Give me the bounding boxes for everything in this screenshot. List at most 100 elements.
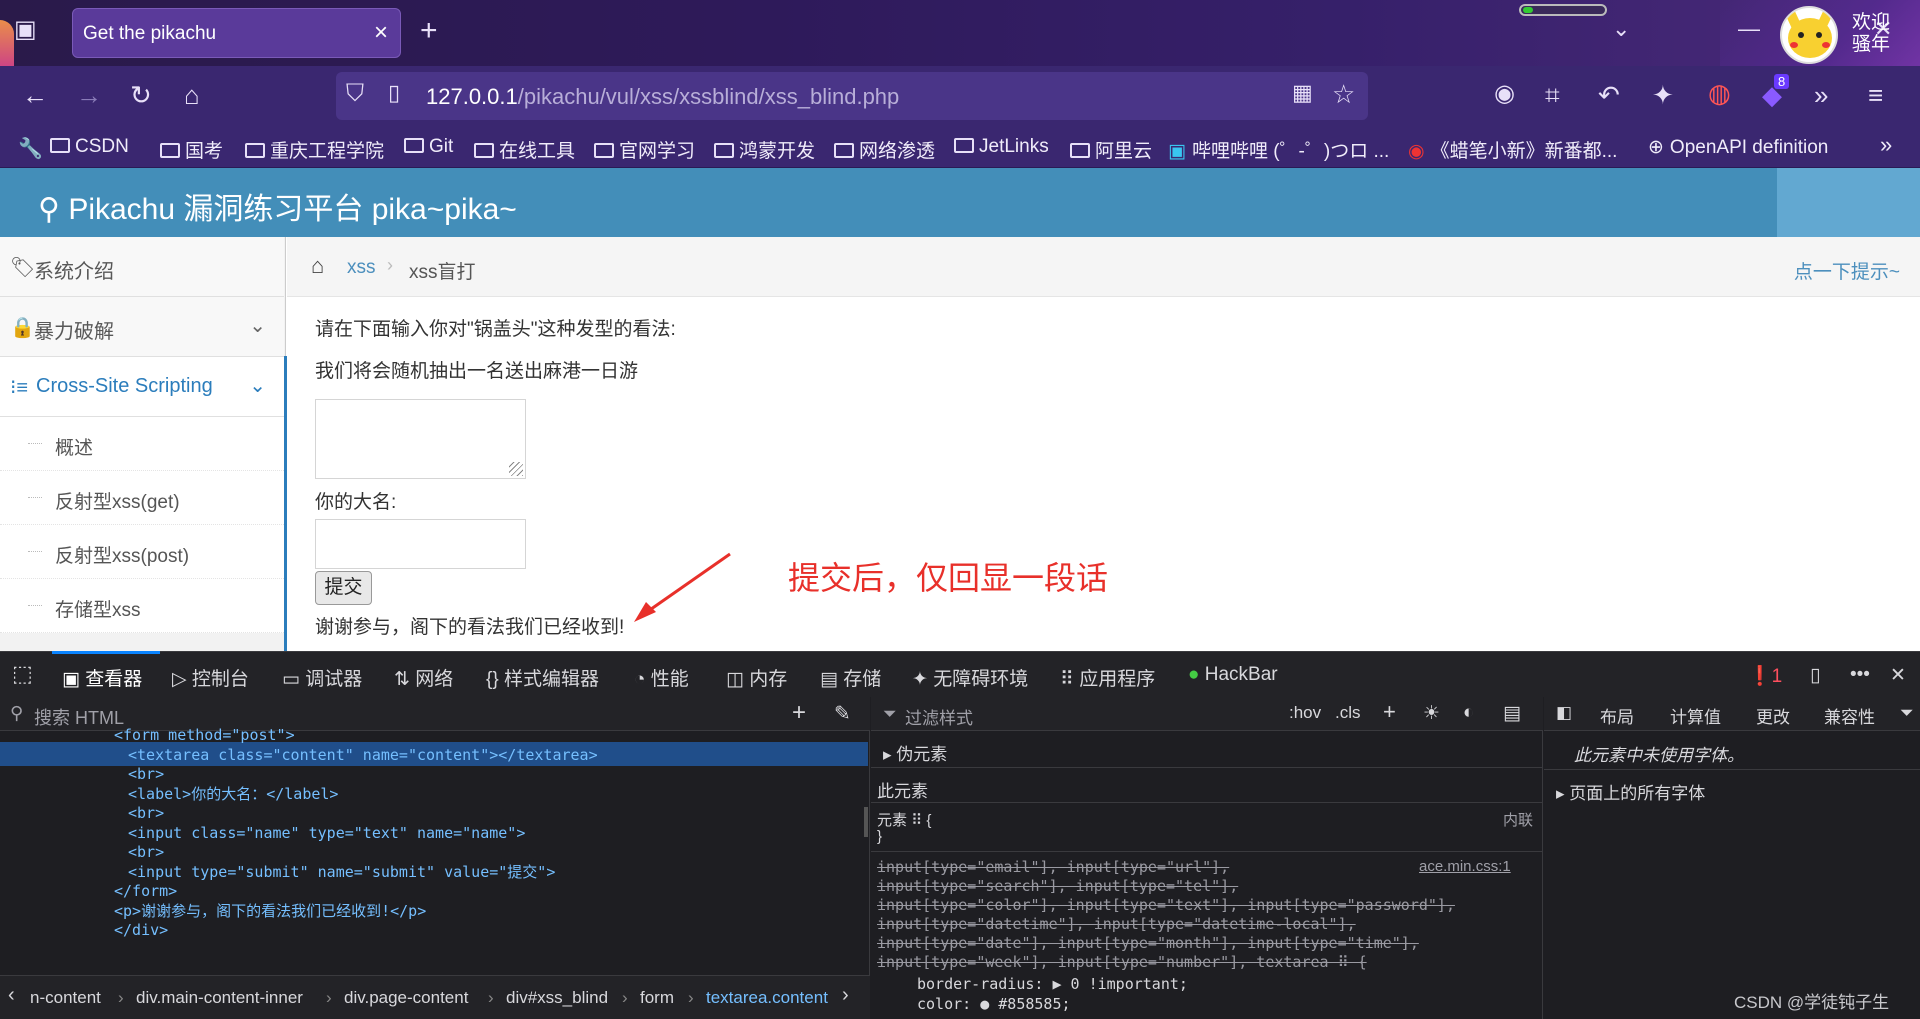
bookmark-item[interactable]: ⊕ OpenAPI definition	[1648, 136, 1828, 159]
all-fonts-toggle[interactable]: ▸ 页面上的所有字体	[1556, 779, 1705, 804]
home-icon[interactable]: ⌂	[311, 253, 324, 279]
crumb-item[interactable]: form	[640, 988, 674, 1008]
crumb-item[interactable]: div#xss_blind	[506, 988, 608, 1008]
eyedropper-icon[interactable]: ✎	[834, 701, 851, 726]
menu-icon[interactable]: ≡	[1868, 82, 1883, 108]
shield-icon[interactable]: ⛉	[346, 82, 364, 106]
bookmark-item[interactable]: 鸿蒙开发	[714, 136, 815, 163]
close-tab-icon[interactable]: ×	[374, 19, 388, 47]
tab-changes[interactable]: 更改	[1756, 703, 1790, 728]
bookmark-item[interactable]: CSDN	[50, 136, 129, 158]
cls-toggle[interactable]: .cls	[1335, 703, 1361, 723]
crumb-left-icon[interactable]: ‹	[8, 984, 15, 1007]
submit-button[interactable]: 提交	[315, 571, 372, 605]
tab-application[interactable]: ⠿ 应用程序	[1060, 664, 1155, 691]
home-icon[interactable]: ⌂	[184, 82, 200, 108]
element-rule[interactable]: 元素 ⠿ {	[877, 809, 931, 830]
new-tab-icon[interactable]: +	[420, 16, 438, 46]
scrollbar[interactable]	[864, 807, 868, 837]
url-bar[interactable]: ⛉ ▯ 127.0.0.1/pikachu/vul/xss/xssblind/x…	[336, 72, 1368, 120]
responsive-mode-icon[interactable]: ▯	[1810, 664, 1820, 687]
browser-tab-active[interactable]: Get the pikachu ×	[72, 8, 401, 58]
tab-style-editor[interactable]: {} 样式编辑器	[486, 664, 599, 691]
back-icon[interactable]: ←	[22, 82, 48, 108]
bookmark-item[interactable]: ◉ 《蜡笔小新》新番都...	[1408, 136, 1617, 163]
more-options-icon[interactable]: •••	[1850, 664, 1870, 686]
forward-icon[interactable]: →	[76, 82, 102, 108]
page-info-icon[interactable]: ▯	[388, 82, 400, 104]
opinion-textarea[interactable]	[315, 399, 526, 479]
error-count[interactable]: ❗1	[1748, 664, 1782, 688]
overflow-chevron-icon[interactable]: »	[1814, 82, 1828, 108]
css-selectors[interactable]: input[type="email"], input[type="url"], i…	[877, 858, 1455, 972]
sidebar-item-bruteforce[interactable]: 🔒 暴力破解 ⌄	[0, 297, 284, 357]
tabs-dropdown-icon[interactable]: ⏷	[1900, 703, 1914, 723]
bookmark-item[interactable]: 在线工具	[474, 136, 575, 163]
tab-console[interactable]: ▷ 控制台	[172, 664, 249, 691]
crop-icon[interactable]: ⌗	[1545, 82, 1560, 108]
sidebar-subitem-stored[interactable]: 存储型xss	[0, 579, 284, 633]
bookmark-item[interactable]: 官网学习	[594, 136, 695, 163]
extensions-icon[interactable]: ✦	[1652, 82, 1674, 108]
element-picker-icon[interactable]: ⬚	[12, 661, 33, 687]
reload-icon[interactable]: ↻	[130, 82, 152, 108]
crumb-item[interactable]: n-content	[30, 988, 101, 1008]
html-node-line[interactable]: <input type="submit" name="submit" value…	[128, 860, 555, 884]
tab-memory[interactable]: ◫ 内存	[726, 664, 787, 691]
bookmark-item[interactable]: 阿里云	[1070, 136, 1152, 163]
qr-code-icon[interactable]: ▦	[1292, 82, 1313, 104]
undo-icon[interactable]: ↶	[1598, 82, 1620, 108]
user-menu[interactable]	[1777, 168, 1920, 237]
tab-inspector[interactable]: ▣ 查看器	[62, 664, 142, 691]
crumb-item[interactable]: div.page-content	[344, 988, 468, 1008]
tab-debugger[interactable]: ▭ 调试器	[282, 664, 362, 691]
bookmark-item[interactable]: Git	[404, 136, 453, 158]
crumb-item-current[interactable]: textarea.content	[706, 988, 828, 1008]
hint-link[interactable]: 点一下提示~	[1794, 257, 1900, 284]
light-theme-icon[interactable]: ☀	[1423, 702, 1440, 725]
sidebar-item-intro[interactable]: 🏷 系统介绍	[0, 237, 284, 297]
pseudo-elements-toggle[interactable]: ▸ 伪元素	[883, 740, 947, 765]
html-search-input[interactable]: 搜索 HTML	[34, 704, 124, 730]
tab-overview-icon[interactable]: ▣	[14, 18, 37, 42]
resize-grip[interactable]	[509, 462, 523, 476]
crumb-right-icon[interactable]: ›	[842, 984, 849, 1007]
sidebar-subitem-overview[interactable]: 概述	[0, 417, 284, 471]
css-property[interactable]: border-radius: ▶ 0 !important;	[917, 975, 1188, 993]
html-node-line[interactable]: </div>	[114, 918, 168, 942]
tab-hackbar[interactable]: ● HackBar	[1188, 664, 1278, 686]
adblock-icon[interactable]: ◍	[1708, 80, 1731, 106]
profile-avatar-icon[interactable]: ◉	[1494, 82, 1515, 106]
print-media-icon[interactable]: ▤	[1503, 702, 1521, 725]
html-node-line[interactable]: <input class="name" type="text" name="na…	[128, 821, 525, 845]
bookmarks-overflow-icon[interactable]: »	[1880, 132, 1892, 158]
tab-performance[interactable]: ◔ 性能	[634, 664, 689, 691]
tab-storage[interactable]: ▤ 存储	[820, 664, 881, 691]
add-rule-icon[interactable]: +	[1383, 699, 1396, 725]
tab-network[interactable]: ⇅ 网络	[394, 664, 453, 691]
bookmark-item[interactable]: JetLinks	[954, 136, 1049, 158]
bookmark-item[interactable]: 重庆工程学院	[245, 136, 384, 163]
name-input[interactable]	[315, 519, 526, 569]
breadcrumb-xss[interactable]: xss	[347, 257, 376, 279]
wrench-icon[interactable]: 🔧	[18, 136, 43, 161]
tab-layout[interactable]: 布局	[1600, 703, 1634, 728]
bookmark-item[interactable]: ▣ 哔哩哔哩 (゜-゜)つロ ...	[1168, 136, 1389, 163]
sidebar-toggle-icon[interactable]: ◧	[1556, 703, 1572, 723]
filter-styles-input[interactable]: 过滤样式	[905, 704, 973, 729]
sidebar-item-xss[interactable]: ⁝≡ Cross-Site Scripting ⌄	[0, 357, 284, 417]
bookmark-item[interactable]: 国考	[160, 136, 223, 163]
hov-toggle[interactable]: :hov	[1289, 703, 1321, 723]
minimize-icon[interactable]: —	[1738, 18, 1760, 40]
add-node-icon[interactable]: +	[792, 699, 806, 727]
sidebar-subitem-reflected-post[interactable]: 反射型xss(post)	[0, 525, 284, 579]
tab-list-chevron-icon[interactable]: ⌄	[1612, 18, 1630, 40]
url-text[interactable]: 127.0.0.1/pikachu/vul/xss/xssblind/xss_b…	[426, 84, 899, 110]
css-property[interactable]: color: ● #858585;	[917, 995, 1071, 1013]
avatar[interactable]	[1780, 6, 1838, 64]
close-devtools-icon[interactable]: ✕	[1890, 664, 1906, 687]
tab-compatibility[interactable]: 兼容性	[1824, 703, 1875, 728]
tab-accessibility[interactable]: ✦ 无障碍环境	[912, 664, 1028, 691]
crumb-item[interactable]: div.main-content-inner	[136, 988, 303, 1008]
html-node-line[interactable]: <textarea class="content" name="content"…	[128, 743, 598, 767]
